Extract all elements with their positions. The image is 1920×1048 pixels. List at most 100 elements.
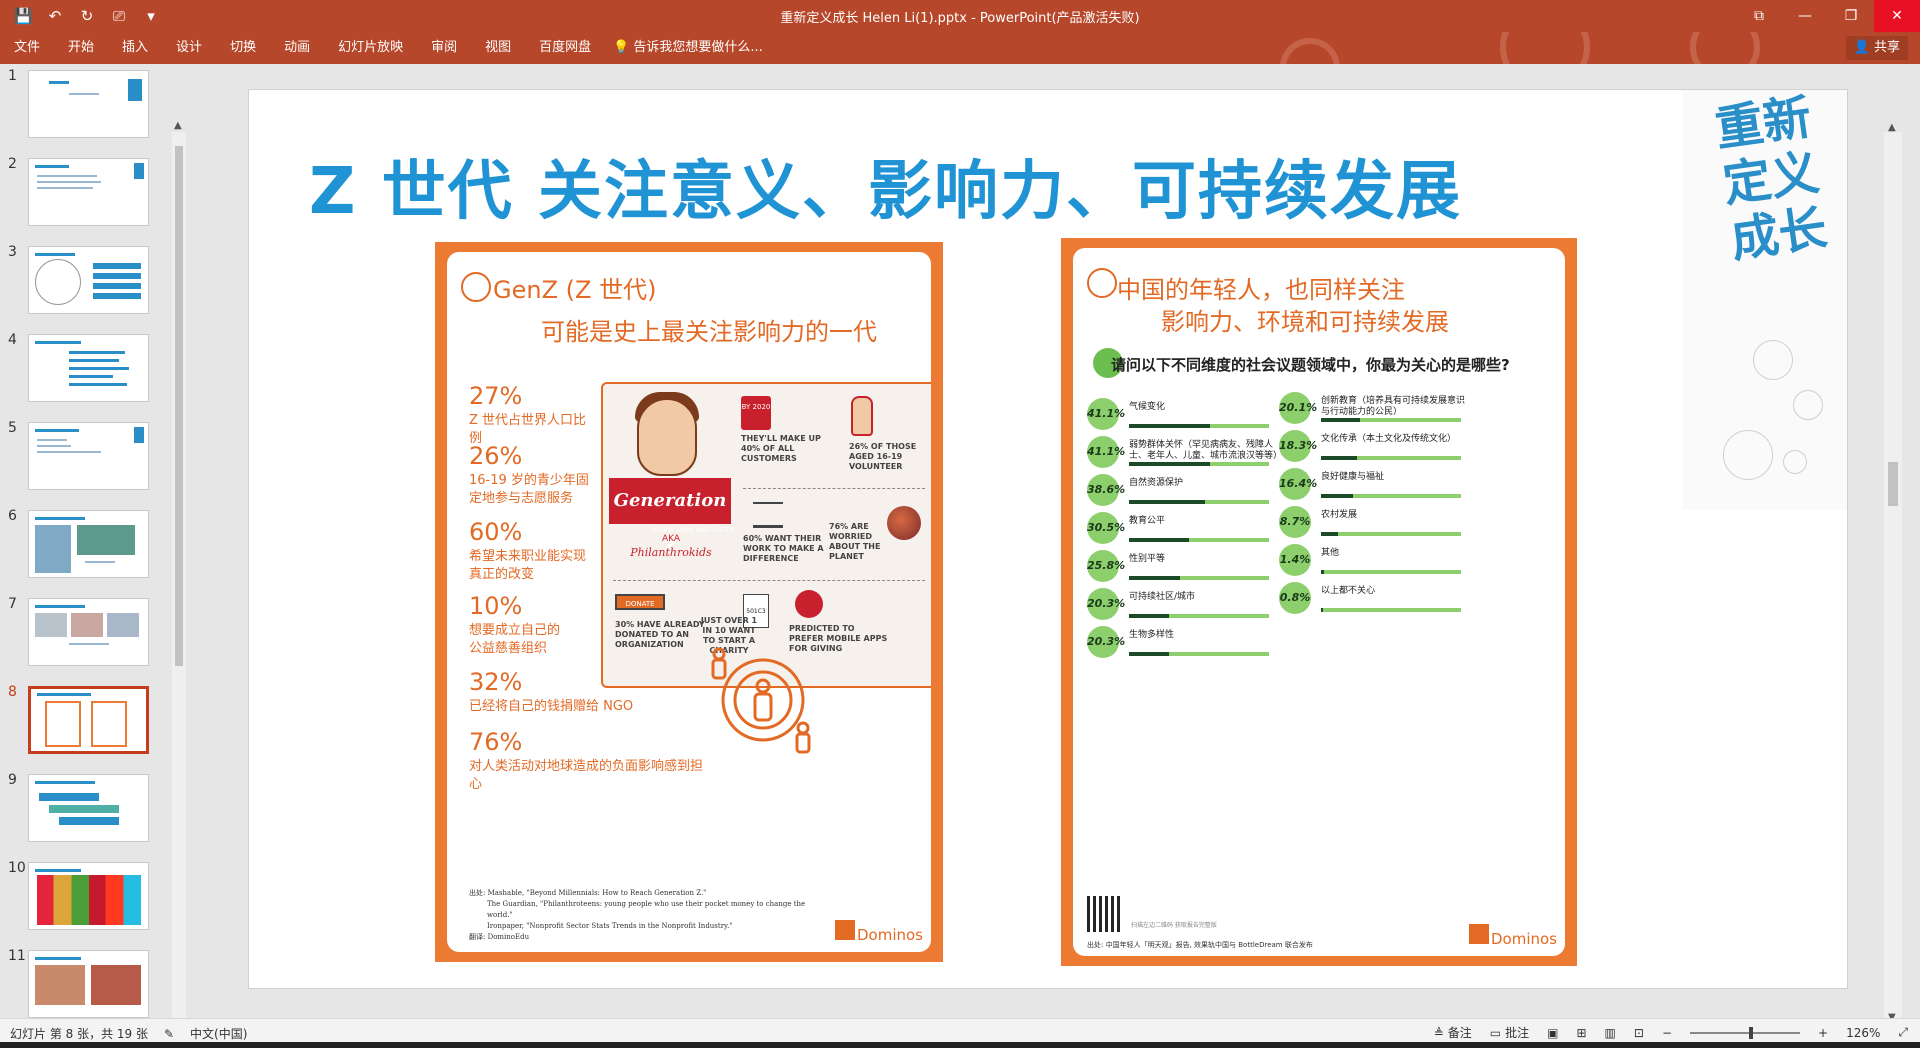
- issue-label: 农村发展: [1321, 510, 1358, 520]
- tab-view[interactable]: 视图: [471, 32, 525, 64]
- tab-slideshow[interactable]: 幻灯片放映: [324, 32, 417, 64]
- genz-poster[interactable]: GenZ (Z 世代) 可能是史上最关注影响力的一代 27% Z 世代占世界人口…: [435, 242, 943, 962]
- stat-item: 10% 想要成立自己的公益慈善组织: [469, 592, 565, 658]
- issue-label: 弱势群体关怀（罕见病病友、残障人士、老年人、儿童、城市流浪汉等等）: [1129, 440, 1283, 461]
- issue-percent: 41.1%: [1087, 398, 1125, 430]
- issue-bar-track: [1129, 576, 1269, 580]
- taskbar-strip: [0, 1042, 1920, 1048]
- issue-bar-track: [1321, 532, 1461, 536]
- issue-bar-fill: [1321, 418, 1361, 422]
- tab-animations[interactable]: 动画: [270, 32, 324, 64]
- tab-file[interactable]: 文件: [0, 32, 54, 64]
- powerpoint-window: 💾 ↶ ↻ ⎚ ▾ 重新定义成长 Helen Li(1).pptx - Powe…: [0, 0, 1920, 1048]
- slide-sorter-button[interactable]: ⊞: [1576, 1026, 1586, 1040]
- aka-name: Philanthrokids: [630, 546, 712, 559]
- china-youth-poster[interactable]: 中国的年轻人，也同样关注 影响力、环境和可持续发展 请问以下不同维度的社会议题领…: [1061, 238, 1577, 966]
- tell-me-box[interactable]: 💡 告诉我您想要做什么...: [605, 32, 777, 64]
- issue-percent: 25.8%: [1087, 550, 1125, 582]
- zoom-level[interactable]: 126%: [1846, 1026, 1880, 1040]
- issue-item: 8.7% 农村发展: [1279, 506, 1469, 542]
- issue-percent: 16.4%: [1279, 468, 1317, 500]
- thumbnail-slide-8[interactable]: 8: [0, 684, 172, 758]
- qr-note: 扫描左边二维码 获取报告完整版: [1131, 922, 1217, 929]
- poster2-heading: 中国的年轻人，也同样关注: [1117, 276, 1405, 304]
- dominos-logo-icon: [835, 920, 855, 940]
- thumbnail-slide-9[interactable]: 9: [0, 772, 172, 846]
- issue-bar-fill: [1129, 500, 1205, 504]
- comments-button[interactable]: ▭ 批注: [1490, 1024, 1529, 1041]
- thumbnail-slide-2[interactable]: 2: [0, 156, 172, 230]
- ribbon-display-options-button[interactable]: ⧉: [1736, 0, 1782, 32]
- scroll-up-arrow-icon[interactable]: ▲: [1888, 122, 1896, 133]
- thumbnail-preview: [28, 70, 149, 138]
- divider: [743, 488, 925, 489]
- thumbnail-scrollbar-thumb[interactable]: [175, 146, 183, 666]
- zoom-slider[interactable]: [1690, 1026, 1801, 1039]
- thumbnail-slide-1[interactable]: 1: [0, 68, 172, 142]
- dominos-logo-icon: [461, 272, 491, 302]
- tab-baidu-netdisk[interactable]: 百度网盘: [525, 32, 605, 64]
- thumbnail-slide-5[interactable]: 5: [0, 420, 172, 494]
- spell-check-icon[interactable]: ✎: [164, 1027, 174, 1041]
- comment-icon: ▭: [1489, 1025, 1502, 1040]
- zoom-out-button[interactable]: −: [1662, 1026, 1672, 1040]
- normal-view-button[interactable]: ▣: [1547, 1026, 1558, 1040]
- thumbnail-slide-6[interactable]: 6: [0, 508, 172, 582]
- thumbnail-scrollbar[interactable]: ▲: [172, 120, 186, 1018]
- language-indicator[interactable]: 中文(中国): [190, 1025, 247, 1042]
- person-icon: 👤: [1853, 40, 1870, 55]
- close-button[interactable]: ✕: [1874, 0, 1920, 32]
- notes-label: 备注: [1447, 1026, 1472, 1040]
- title-bar: 💾 ↶ ↻ ⎚ ▾ 重新定义成长 Helen Li(1).pptx - Powe…: [0, 0, 1920, 32]
- issue-label: 生物多样性: [1129, 630, 1175, 640]
- zoom-in-button[interactable]: +: [1818, 1026, 1828, 1040]
- thumbnail-slide-3[interactable]: 3: [0, 244, 172, 318]
- info-planet: 76% ARE WORRIED ABOUT THE PLANET: [829, 522, 881, 561]
- issue-bar-fill: [1321, 608, 1323, 612]
- reading-view-button[interactable]: ▥: [1605, 1026, 1616, 1040]
- scales-icon: [753, 502, 783, 528]
- tab-review[interactable]: 审阅: [417, 32, 471, 64]
- slide-canvas[interactable]: Z 世代 关注意义、影响力、可持续发展 重新定义成长 GenZ (Z 世代) 可…: [248, 89, 1848, 989]
- issue-bar-track: [1129, 652, 1269, 656]
- issue-bar-fill: [1321, 456, 1357, 460]
- tab-design[interactable]: 设计: [162, 32, 216, 64]
- share-button[interactable]: 👤 共享: [1845, 36, 1908, 60]
- window-controls: ⧉ — ❐ ✕: [1736, 0, 1920, 32]
- tell-me-text: 告诉我您想要做什么...: [633, 40, 763, 55]
- issue-bar-fill: [1129, 424, 1210, 428]
- thumbnail-slide-10[interactable]: 10: [0, 860, 172, 934]
- thumbnail-preview: [28, 686, 149, 754]
- thumbnail-number: 8: [8, 684, 17, 700]
- tab-home[interactable]: 开始: [54, 32, 108, 64]
- slide-title[interactable]: Z 世代 关注意义、影响力、可持续发展: [309, 140, 1462, 232]
- source-line: Ironpaper, "Nonprofit Sector Stats Trend…: [487, 922, 733, 930]
- issue-percent: 8.7%: [1279, 506, 1311, 538]
- thumbnail-slide-7[interactable]: 7: [0, 596, 172, 670]
- issue-bar-track: [1129, 424, 1269, 428]
- editor-scrollbar[interactable]: ▲ ▼ ⏶ ⏷: [1884, 122, 1902, 1048]
- source-line: 翻译: DominoEdu: [469, 933, 530, 941]
- thumbnail-slide-11[interactable]: 11: [0, 948, 172, 1018]
- fit-to-window-icon[interactable]: ⤢: [1898, 1025, 1908, 1040]
- scroll-up-arrow-icon[interactable]: ▲: [174, 120, 182, 131]
- issue-bar-track: [1321, 570, 1461, 574]
- zoom-slider-thumb[interactable]: [1749, 1026, 1754, 1039]
- tab-insert[interactable]: 插入: [108, 32, 162, 64]
- tab-transitions[interactable]: 切换: [216, 32, 270, 64]
- dominos-logo-icon: [1469, 924, 1489, 944]
- notes-button[interactable]: ≜ 备注: [1434, 1024, 1472, 1041]
- brand-art-image[interactable]: 重新定义成长: [1683, 90, 1847, 510]
- editor-scrollbar-thumb[interactable]: [1888, 462, 1898, 506]
- maximize-button[interactable]: ❐: [1828, 0, 1874, 32]
- thumbnail-preview: [28, 422, 149, 490]
- genz-poster-content: GenZ (Z 世代) 可能是史上最关注影响力的一代 27% Z 世代占世界人口…: [447, 252, 931, 952]
- minimize-button[interactable]: —: [1782, 0, 1828, 32]
- slideshow-button[interactable]: ⊡: [1634, 1026, 1644, 1040]
- issue-label: 自然资源保护: [1129, 478, 1184, 488]
- stat-percent: 26%: [469, 442, 523, 470]
- issue-bar-track: [1321, 456, 1461, 460]
- survey-question: 请问以下不同维度的社会议题领域中，你最为关心的是哪些?: [1093, 348, 1510, 378]
- issue-item: 20.1% 创新教育（培养具有可持续发展意识与行动能力的公民）: [1279, 392, 1469, 428]
- thumbnail-slide-4[interactable]: 4: [0, 332, 172, 406]
